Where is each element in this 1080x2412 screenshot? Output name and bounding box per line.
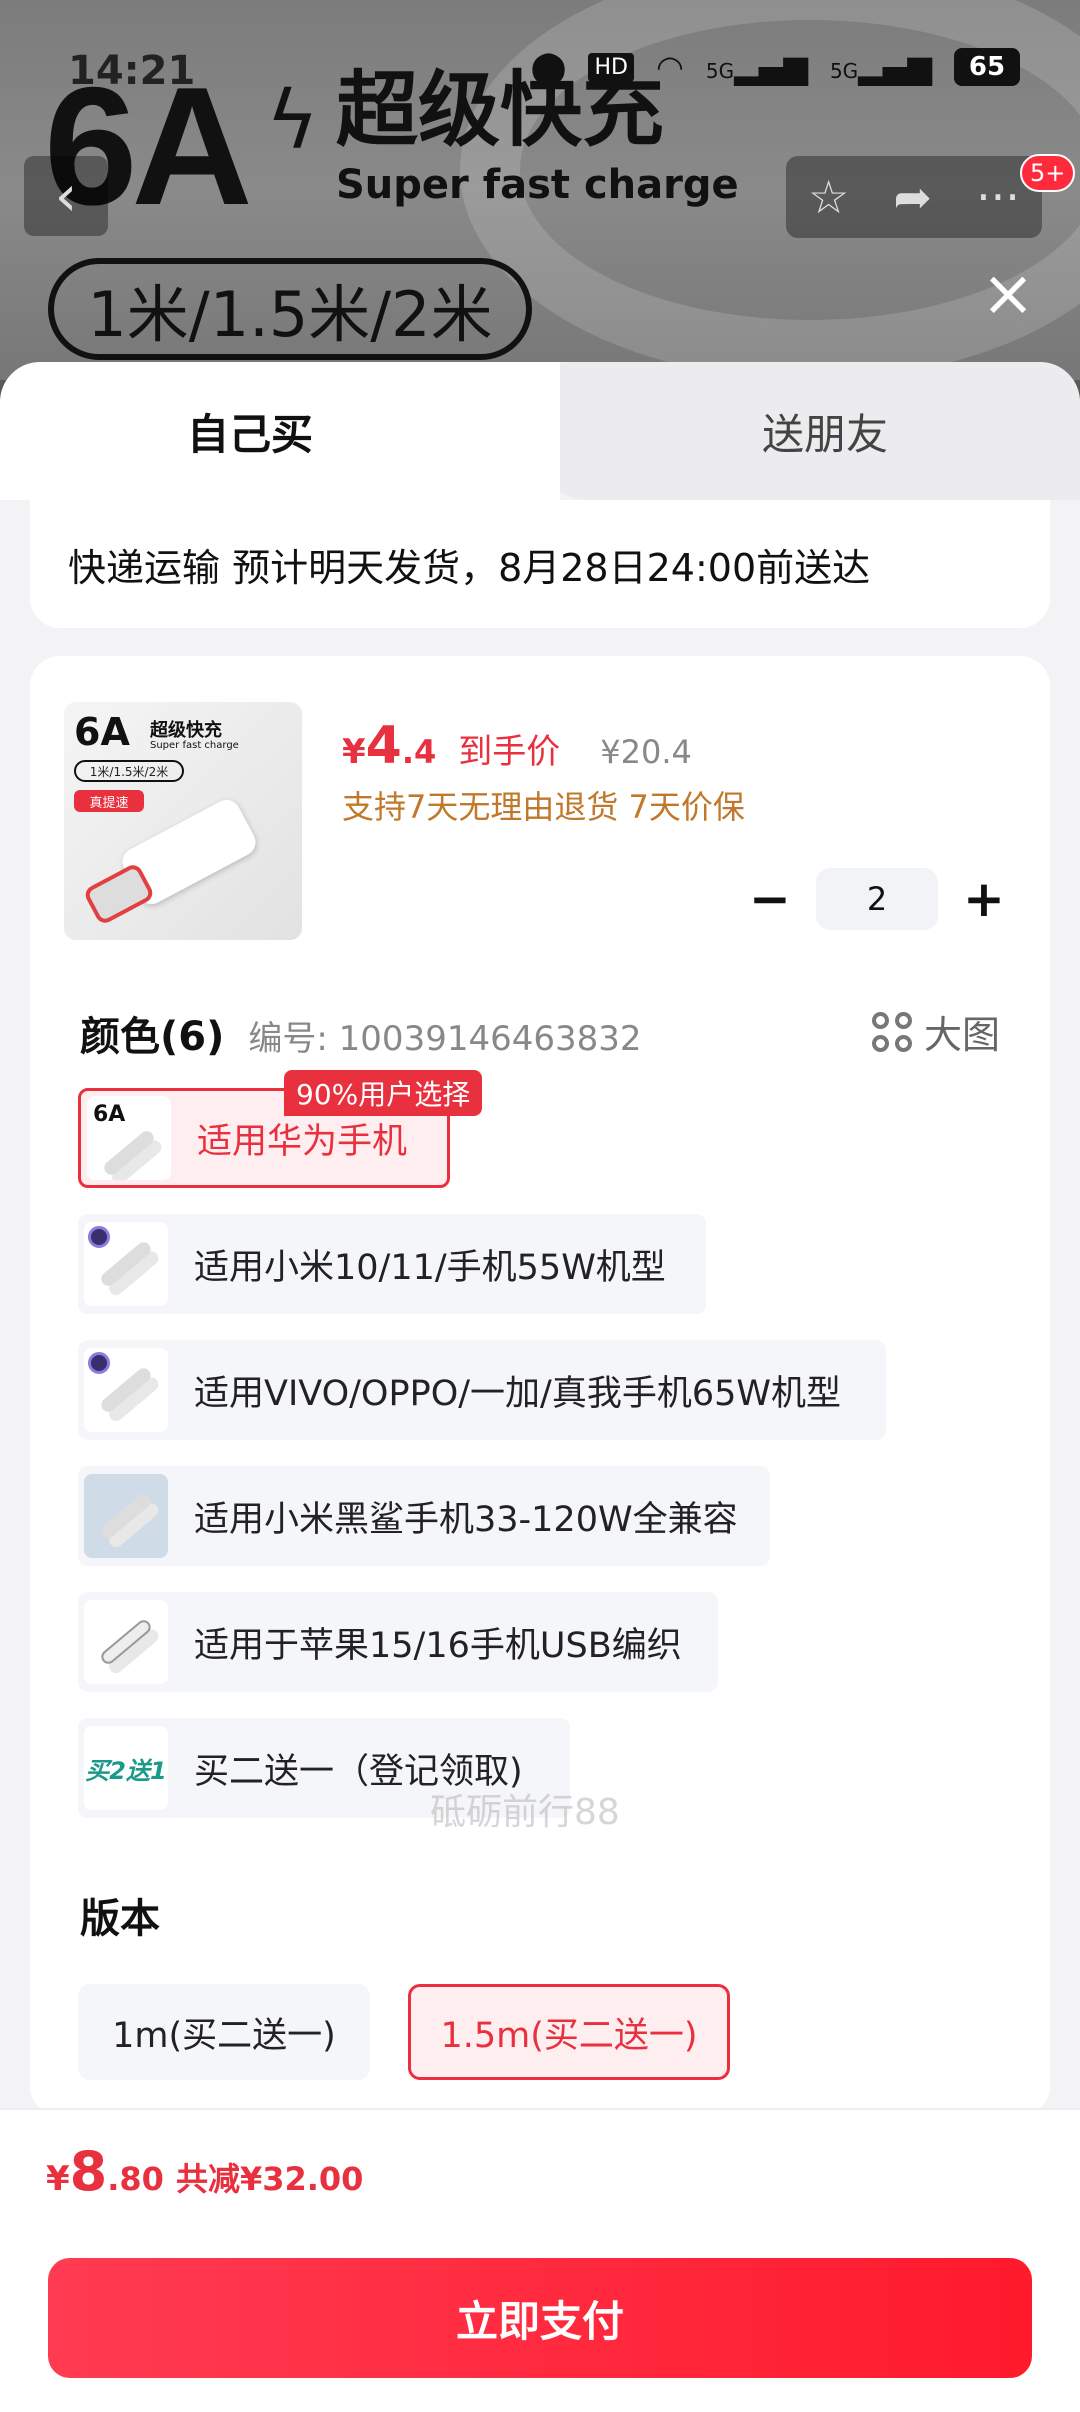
color-title: 颜色(6) [80, 1014, 225, 1060]
color-header: 颜色(6) 编号: 10039146463832 [80, 1004, 642, 1062]
total-price: ¥ 8 .80 共减¥32.00 [46, 2140, 363, 2203]
option-thumb [84, 1222, 168, 1306]
location-icon: ⬤ [530, 48, 567, 86]
pay-now-button[interactable]: 立即支付 [48, 2258, 1032, 2378]
signal-2-label: 5G [829, 59, 859, 83]
total-integer: 8 [69, 2140, 108, 2203]
hd-icon: HD [588, 52, 634, 82]
total-decimal: .80 [107, 2160, 164, 2198]
option-label: 适用VIVO/OPPO/一加/真我手机65W机型 [194, 1373, 841, 1414]
tab-buy-self[interactable]: 自己买 [0, 362, 560, 500]
signal-icon-2: 5G▂▄▆ [829, 48, 932, 86]
big-image-button[interactable]: 大图 [871, 1004, 1000, 1059]
quantity-stepper: − 2 + [742, 868, 1012, 930]
price-row: ¥ 4 .4 到手价 ¥20.4 [342, 716, 692, 776]
battery-icon: 65 [954, 48, 1020, 86]
color-option-apple[interactable]: 适用于苹果15/16手机USB编织 [78, 1592, 718, 1692]
return-guarantee: 支持7天无理由退货 7天价保 [342, 788, 745, 826]
price-decimal: .4 [401, 733, 437, 771]
color-option-blackshark[interactable]: 适用小米黑鲨手机33-120W全兼容 [78, 1466, 770, 1566]
option-thumb: 买2送1 [84, 1726, 168, 1810]
grid-icon [871, 1011, 912, 1052]
option-thumb [84, 1348, 168, 1432]
share-icon[interactable]: ➦ [893, 170, 932, 224]
status-time: 14:21 [68, 48, 196, 94]
brand-dot-icon [88, 1226, 110, 1248]
signal-icon-1: 5G▂▄▆ [705, 48, 808, 86]
price-symbol: ¥ [342, 732, 366, 772]
option-label: 适用小米10/11/手机55W机型 [194, 1247, 666, 1288]
checkout-footer: ¥ 8 .80 共减¥32.00 立即支付 [0, 2108, 1080, 2412]
original-price: ¥20.4 [600, 733, 692, 771]
cable-icon [98, 1239, 154, 1289]
popular-badge: 90%用户选择 [284, 1070, 483, 1116]
price-integer: 4 [365, 716, 402, 776]
thumb-en-title: Super fast charge [150, 740, 239, 751]
close-icon[interactable]: × [976, 262, 1040, 326]
product-code: 编号: 10039146463832 [248, 1019, 642, 1059]
option-thumb [84, 1474, 168, 1558]
status-bar: 14:21 ⬤ HD ◠ 5G▂▄▆ 5G▂▄▆ 65 [0, 0, 1080, 140]
version-title: 版本 [80, 1896, 160, 1942]
option-thumb: 6A [87, 1096, 171, 1180]
back-button[interactable]: ‹ [24, 156, 108, 236]
tab-send-friend[interactable]: 送朋友 [530, 362, 1080, 500]
cable-icon [98, 1365, 154, 1415]
price-label: 到手价 [458, 732, 561, 772]
promo-icon: 买2送1 [85, 1756, 167, 1785]
chevron-left-icon: ‹ [54, 163, 78, 229]
option-label: 适用小米黑鲨手机33-120W全兼容 [194, 1499, 738, 1540]
thumb-big-text: 6A [74, 710, 130, 754]
star-icon[interactable]: ☆ [808, 170, 849, 224]
total-saved: 共减¥32.00 [175, 2160, 364, 2198]
total-symbol: ¥ [46, 2159, 70, 2199]
signal-1-label: 5G [705, 59, 735, 83]
increase-button[interactable]: + [956, 870, 1012, 928]
product-card: 6A 超级快充 Super fast charge 1米/1.5米/2米 真提速… [30, 656, 1050, 2116]
color-option-vivo-oppo[interactable]: 适用VIVO/OPPO/一加/真我手机65W机型 [78, 1340, 886, 1440]
brand-dot-icon [88, 1352, 110, 1374]
status-icons: ⬤ HD ◠ 5G▂▄▆ 5G▂▄▆ 65 [531, 48, 1020, 86]
option-label: 适用华为手机 [197, 1121, 408, 1162]
banner-en-title: Super fast charge [336, 162, 739, 208]
thumb-length-pill: 1米/1.5米/2米 [74, 760, 184, 782]
thumb-cn-title: 超级快充 [150, 720, 222, 741]
purchase-sheet: 送朋友 自己买 快递运输 预计明天发货，8月28日24:00前送达 6A 超级快… [0, 362, 1080, 2412]
thumb-mini-text: 6A [93, 1102, 126, 1127]
tabs: 送朋友 自己买 [0, 362, 1080, 500]
option-label: 适用于苹果15/16手机USB编织 [194, 1625, 682, 1666]
message-badge: 5+ [1020, 154, 1076, 192]
delivery-info: 快递运输 预计明天发货，8月28日24:00前送达 [30, 500, 1050, 628]
cable-icon [101, 1128, 157, 1178]
quantity-field[interactable]: 2 [816, 868, 938, 930]
thumb-tag: 真提速 [74, 790, 144, 812]
version-option-1m[interactable]: 1m(买二送一) [78, 1984, 370, 2080]
big-image-label: 大图 [923, 1013, 1000, 1057]
more-icon[interactable]: ··· [976, 170, 1020, 224]
decrease-button[interactable]: − [742, 870, 798, 928]
top-actions: ☆ ➦ ··· [786, 156, 1042, 238]
product-thumbnail[interactable]: 6A 超级快充 Super fast charge 1米/1.5米/2米 真提速 [64, 702, 302, 940]
banner-length-pill: 1米/1.5米/2米 [48, 258, 532, 360]
version-option-1-5m[interactable]: 1.5m(买二送一) [408, 1984, 730, 2080]
color-option-xiaomi[interactable]: 适用小米10/11/手机55W机型 [78, 1214, 706, 1314]
wifi-icon: ◠ [655, 48, 684, 86]
watermark: 砥砺前行88 [430, 1792, 620, 1833]
cable-icon [98, 1617, 154, 1667]
cable-icon [98, 1491, 154, 1541]
option-thumb [84, 1600, 168, 1684]
